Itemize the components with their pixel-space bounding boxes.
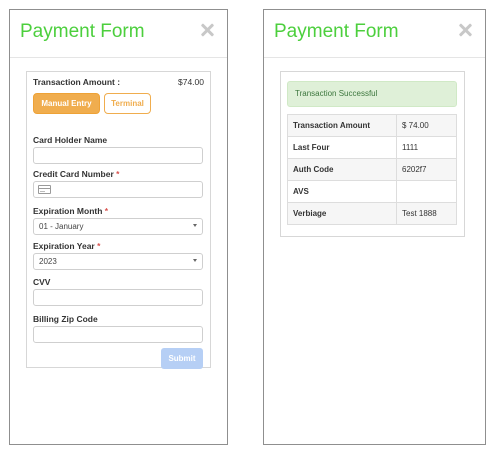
close-icon[interactable] — [198, 21, 216, 39]
transaction-amount-row: Transaction Amount : $74.00 — [33, 77, 204, 89]
credit-card-icon — [38, 185, 51, 194]
chevron-down-icon — [193, 224, 197, 227]
table-row: Transaction Amount $ 74.00 — [287, 114, 457, 137]
modal-title: Payment Form — [20, 21, 145, 42]
card-number-input[interactable] — [33, 181, 203, 198]
manual-entry-button[interactable]: Manual Entry — [33, 93, 100, 114]
payment-form: Transaction Amount : $74.00 Manual Entry… — [26, 71, 211, 369]
row-value: Test 1888 — [396, 202, 457, 225]
transaction-result-table: Transaction Amount $ 74.00 Last Four 111… — [287, 114, 457, 225]
exp-year-select[interactable]: 2023 — [33, 253, 203, 270]
cvv-label: CVV — [33, 277, 51, 287]
payment-form-modal-left: Payment Form Transaction Amount : $74.00… — [9, 9, 228, 445]
card-holder-label: Card Holder Name — [33, 135, 108, 145]
row-key: Auth Code — [287, 158, 397, 181]
payment-form-modal-right: Payment Form Transaction Successful Tran… — [263, 9, 486, 445]
card-number-label-text: Credit Card Number — [33, 169, 114, 179]
card-holder-input[interactable] — [33, 147, 203, 164]
modal-title: Payment Form — [274, 21, 399, 42]
close-icon[interactable] — [456, 21, 474, 39]
row-key: Last Four — [287, 136, 397, 159]
exp-month-label: Expiration Month * — [33, 206, 108, 216]
exp-year-label-text: Expiration Year — [33, 241, 95, 251]
transaction-amount-value: $74.00 — [178, 77, 204, 87]
submit-button[interactable]: Submit — [161, 348, 203, 369]
exp-year-label: Expiration Year * — [33, 241, 100, 251]
exp-month-label-text: Expiration Month — [33, 206, 103, 216]
terminal-button[interactable]: Terminal — [104, 93, 151, 114]
transaction-amount-label: Transaction Amount : — [33, 77, 121, 87]
exp-month-select[interactable]: 01 - January — [33, 218, 203, 235]
table-row: Verbiage Test 1888 — [287, 202, 457, 225]
exp-year-value: 2023 — [39, 257, 57, 266]
cvv-input[interactable] — [33, 289, 203, 306]
row-key: AVS — [287, 180, 397, 203]
row-value: 6202f7 — [396, 158, 457, 181]
row-value: 1111 — [396, 136, 457, 159]
zip-input[interactable] — [33, 326, 203, 343]
required-mark: * — [104, 206, 109, 216]
row-value — [396, 180, 457, 203]
modal-header: Payment Form — [10, 10, 227, 58]
table-row: Last Four 1111 — [287, 136, 457, 159]
row-key: Transaction Amount — [287, 114, 397, 137]
row-key: Verbiage — [287, 202, 397, 225]
transaction-result-card: Transaction Successful Transaction Amoun… — [280, 71, 465, 237]
table-row: Auth Code 6202f7 — [287, 158, 457, 181]
card-number-label: Credit Card Number * — [33, 169, 119, 179]
row-value: $ 74.00 — [396, 114, 457, 137]
chevron-down-icon — [193, 259, 197, 262]
table-row: AVS — [287, 180, 457, 203]
required-mark: * — [116, 169, 120, 179]
required-mark: * — [97, 241, 101, 251]
zip-label: Billing Zip Code — [33, 314, 98, 324]
modal-header: Payment Form — [264, 10, 485, 58]
exp-month-value: 01 - January — [39, 222, 84, 231]
success-alert: Transaction Successful — [287, 81, 457, 107]
